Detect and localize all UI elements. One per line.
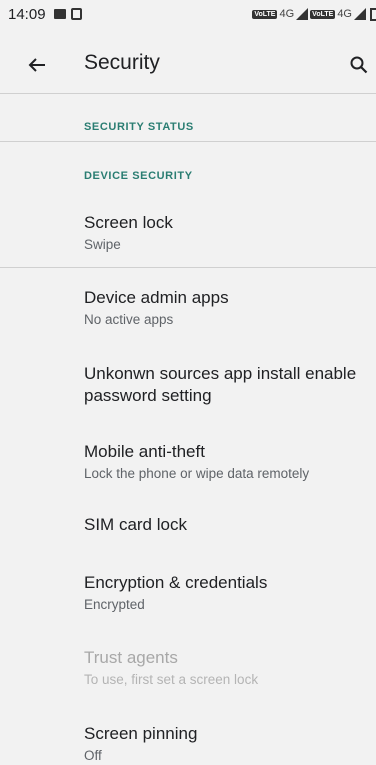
signal-icon-2 — [354, 8, 366, 20]
signal-icon-1 — [296, 8, 309, 20]
section-header-device-security: DEVICE SECURITY — [84, 170, 193, 182]
search-button[interactable] — [344, 50, 374, 80]
setting-unknown-sources-password[interactable]: Unkonwn sources app install enable passw… — [0, 363, 376, 407]
setting-mobile-anti-theft[interactable]: Mobile anti-theft Lock the phone or wipe… — [0, 441, 376, 483]
notification-icons — [53, 8, 82, 20]
app-bar: Security — [0, 28, 376, 100]
back-button[interactable] — [20, 48, 54, 82]
setting-title: Screen lock — [84, 213, 173, 232]
setting-summary: Swipe — [84, 237, 121, 252]
volte-badge-2: VoLTE — [310, 9, 336, 19]
setting-screen-pinning[interactable]: Screen pinning Off — [0, 723, 376, 765]
setting-title: Screen pinning — [84, 724, 198, 743]
appbar-divider — [0, 93, 376, 94]
setting-title: Device admin apps — [84, 288, 229, 307]
battery-icon — [370, 7, 376, 21]
setting-summary: Off — [84, 748, 102, 763]
list-divider — [0, 267, 376, 268]
section-header-security-status: SECURITY STATUS — [84, 121, 194, 133]
volte-badge-1: VoLTE — [252, 9, 278, 19]
arrow-back-icon — [28, 58, 45, 72]
setting-summary: Encrypted — [84, 597, 145, 612]
network-type-2: 4G — [337, 8, 352, 20]
setting-screen-lock[interactable]: Screen lock Swipe — [0, 212, 376, 254]
setting-trust-agents: Trust agents To use, first set a screen … — [0, 647, 376, 689]
page-title: Security — [84, 51, 160, 74]
setting-encryption-credentials[interactable]: Encryption & credentials Encrypted — [0, 572, 376, 614]
setting-title: SIM card lock — [84, 515, 187, 534]
setting-device-admin-apps[interactable]: Device admin apps No active apps — [0, 287, 376, 329]
sd-card-notification-icon — [70, 8, 82, 20]
setting-title: Mobile anti-theft — [84, 442, 205, 461]
setting-title: Trust agents — [84, 648, 178, 667]
setting-title: Unkonwn sources app install enable passw… — [84, 364, 357, 405]
setting-summary: To use, first set a screen lock — [84, 672, 259, 687]
image-notification-icon — [53, 9, 66, 19]
setting-title: Encryption & credentials — [84, 573, 268, 592]
setting-sim-card-lock[interactable]: SIM card lock — [0, 514, 376, 536]
status-indicators: VoLTE 4G VoLTE 4G — [252, 0, 376, 28]
setting-summary: No active apps — [84, 312, 174, 327]
section-divider — [0, 141, 376, 142]
setting-summary: Lock the phone or wipe data remotely — [84, 466, 310, 481]
search-icon — [350, 56, 368, 74]
status-bar: 14:09 VoLTE 4G VoLTE 4G — [0, 0, 376, 28]
network-type-1: 4G — [279, 8, 295, 20]
status-time: 14:09 — [8, 5, 46, 23]
